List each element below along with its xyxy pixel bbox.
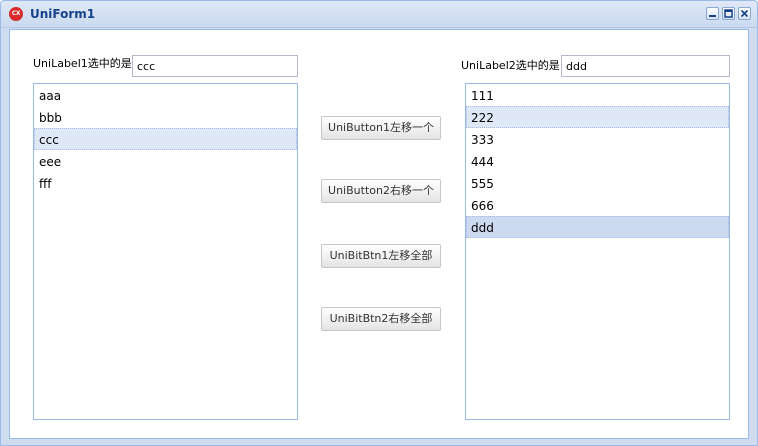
left-listbox[interactable]: aaa bbb ccc eee fff (33, 83, 298, 420)
left-selected-label: UniLabel1选中的是 (33, 57, 132, 70)
list-item[interactable]: 666 (466, 194, 729, 216)
list-item[interactable]: eee (34, 150, 297, 172)
list-item[interactable]: fff (34, 172, 297, 194)
app-icon: CX (9, 7, 23, 21)
list-item[interactable]: 333 (466, 128, 729, 150)
move-left-one-button[interactable]: UniButton1左移一个 (321, 116, 441, 140)
right-listbox[interactable]: 111 222 333 444 555 666 ddd (465, 83, 730, 420)
list-item[interactable]: 111 (466, 84, 729, 106)
move-left-all-button[interactable]: UniBitBtn1左移全部 (321, 244, 441, 268)
list-item[interactable]: aaa (34, 84, 297, 106)
right-selected-label: UniLabel2选中的是 (461, 59, 560, 72)
list-item[interactable]: bbb (34, 106, 297, 128)
title-bar[interactable]: CX UniForm1 (1, 1, 757, 28)
list-item[interactable]: 555 (466, 172, 729, 194)
left-selected-field[interactable] (132, 55, 298, 77)
maximize-icon[interactable] (722, 7, 735, 20)
right-selected-field[interactable] (561, 55, 730, 77)
minimize-icon[interactable] (706, 7, 719, 20)
close-icon[interactable] (738, 7, 751, 20)
list-item[interactable]: ccc (34, 128, 297, 150)
list-item[interactable]: 222 (466, 106, 729, 128)
window-title: UniForm1 (30, 7, 96, 21)
move-right-one-button[interactable]: UniButton2右移一个 (321, 179, 441, 203)
move-right-all-button[interactable]: UniBitBtn2右移全部 (321, 307, 441, 331)
list-item[interactable]: 444 (466, 150, 729, 172)
list-item[interactable]: ddd (466, 216, 729, 238)
